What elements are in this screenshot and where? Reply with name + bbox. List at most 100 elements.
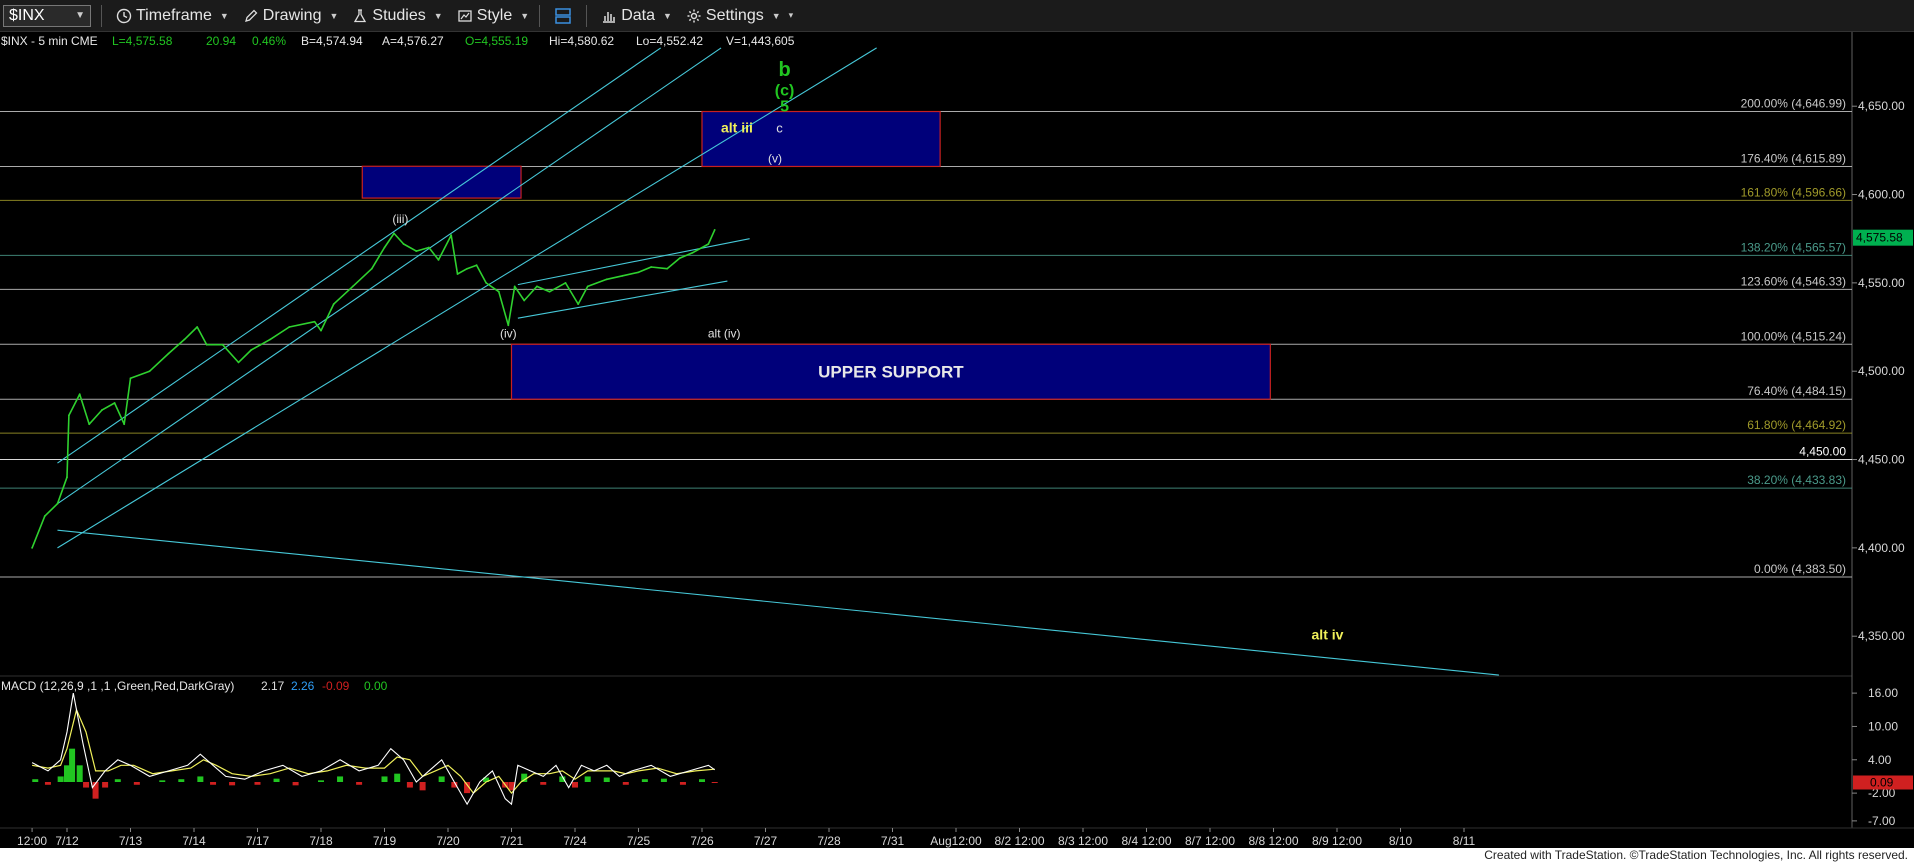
fibonacci-levels: 200.00% (4,646.99) 176.40% (4,615.89) 161.… [0,97,1852,578]
fib-level-label: 100.00% (4,515.24) [1741,329,1846,343]
price-point [66,476,68,479]
price-point [393,232,395,235]
macd-histogram-bar [159,780,166,782]
price-point [577,303,580,305]
low-price: Lo=4,552.42 [636,34,703,48]
time-tick-label: 8/7 12:00 [1185,834,1235,848]
price-point [332,303,335,305]
time-tick-label: 7/17 [246,834,270,848]
price-point [485,281,487,284]
macd-histogram-bar [394,773,401,782]
studies-button[interactable]: Studies ▼ [352,0,443,31]
price-point [666,267,668,270]
price-tick-label: 4,350.00 [1858,629,1905,643]
macd-histogram-bar [292,782,299,786]
fib-level-label: 176.40% (4,615.89) [1741,151,1846,165]
macd-histogram-bar [254,782,261,785]
price-point [148,370,151,373]
style-button[interactable]: Style ▼ [457,0,530,31]
price-point [402,243,405,245]
price-point [31,546,33,549]
price-tick-label: 4,600.00 [1858,188,1905,202]
price-point [605,278,608,281]
price-point [167,352,170,355]
price-point [237,361,240,364]
drawing-button[interactable]: Drawing ▼ [243,0,338,31]
data-label: Data [621,6,655,24]
symbol-selector[interactable]: $INX ▼ [3,4,91,27]
style-icon [458,9,472,22]
price-point [637,271,640,274]
wave-label: 5 [780,99,789,116]
time-tick-label: 7/12 [55,834,79,848]
price-tick-label: 4,550.00 [1858,276,1905,290]
settings-button[interactable]: Settings ▼ ▾ [686,0,793,31]
time-tick-label: 12:00 [17,834,47,848]
fib-level-label: 4,450.00 [1799,445,1846,459]
high-price: Hi=4,580.62 [549,34,614,48]
macd-value: 0.00 [364,679,388,693]
data-button[interactable]: Data ▼ [601,0,672,31]
macd-value: 2.17 [261,679,285,693]
fib-level-label: 61.80% (4,464.92) [1747,418,1846,432]
macd-histogram-bar [318,780,324,782]
price-point [313,320,316,323]
timeframe-button[interactable]: Timeframe ▼ [116,0,229,31]
open-price: O=4,555.19 [465,34,528,48]
clock-icon [116,8,132,23]
time-tick-label: 8/2 12:00 [994,834,1044,848]
price-point [88,423,91,426]
time-tick-label: 8/3 12:00 [1058,834,1108,848]
time-tick-label: 7/27 [754,834,778,848]
price-point [523,299,526,302]
settings-label: Settings [705,6,764,24]
chevron-down-icon: ▼ [219,10,229,21]
macd-tick-label: 4.00 [1868,753,1892,767]
macd-histogram-bar [133,782,140,785]
macd-histogram-bar [679,782,686,785]
price-chart[interactable]: 200.00% (4,646.99) 176.40% (4,615.89) 161.… [0,32,1914,848]
price-point [450,234,453,237]
price-point [205,343,208,346]
price-point [564,281,567,284]
price-point [713,228,716,231]
macd-signal-line [31,707,715,795]
macd-last-badge-label: 0.09 [1870,776,1894,790]
price-point [586,285,589,288]
macd-histogram-bar [622,782,629,785]
target-box-left-zone [361,165,522,199]
macd-histogram-bar [660,778,667,782]
macd-histogram-bar [76,765,83,782]
wave-label: b [778,59,790,81]
wave-label: c [776,121,783,136]
wave-label: (v) [768,152,782,166]
time-tick-label: 7/24 [563,834,587,848]
fib-level-label: 161.80% (4,596.66) [1741,185,1846,199]
toolbar-divider [539,4,541,27]
more-options-icon[interactable]: ▾ [789,10,794,21]
macd-histogram-bar [406,782,413,788]
price-point [43,515,46,517]
price-point [497,290,500,293]
bid-price: B=4,574.94 [301,34,363,48]
macd-histogram-bar [699,779,705,782]
wave-label: (c) [775,83,795,100]
macd-line [31,692,716,806]
price-change: 20.94 [206,34,236,48]
studies-label: Studies [372,6,426,24]
macd-histogram-bar [603,777,610,782]
price-point [269,338,272,341]
wave-label: (iii) [392,212,408,226]
chevron-down-icon: ▼ [520,10,530,21]
price-point [437,259,440,261]
time-tick-label: 8/9 12:00 [1312,834,1362,848]
time-tick-label: 7/25 [627,834,651,848]
layout-icon [555,7,571,24]
channel-line [57,47,877,549]
macd-label: MACD (12,26,9 ,1 ,1 ,Green,Red,DarkGray) [1,679,234,693]
chevron-down-icon: ▼ [433,10,443,21]
macd-histogram-bar [641,779,648,782]
macd-panel: MACD (12,26,9 ,1 ,1 ,Green,Red,DarkGray)… [1,679,718,806]
chevron-down-icon: ▼ [662,10,672,21]
layout-button[interactable] [554,0,576,31]
